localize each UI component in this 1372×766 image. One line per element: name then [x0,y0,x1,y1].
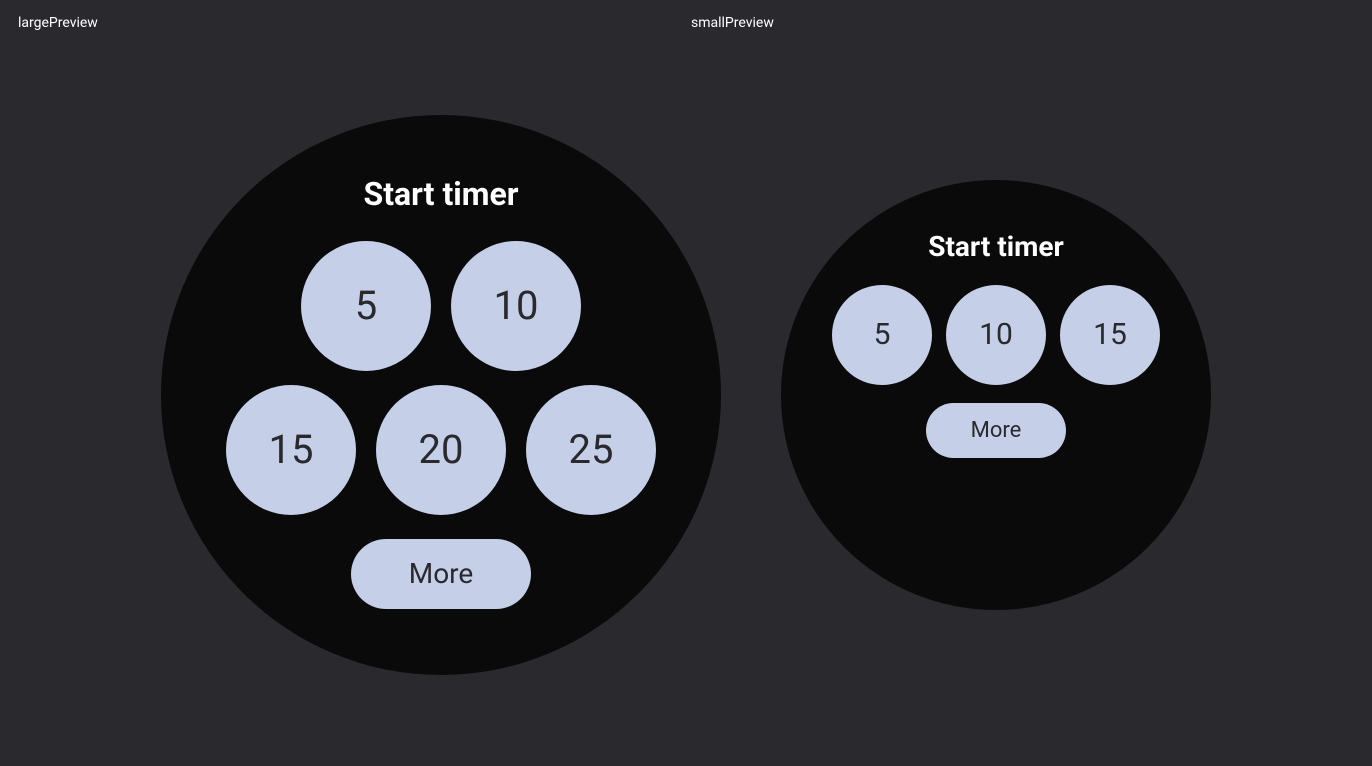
large-btn-10[interactable]: 10 [451,241,581,371]
large-btn-20[interactable]: 20 [376,385,506,515]
large-btn-15[interactable]: 15 [226,385,356,515]
large-btn-25[interactable]: 25 [526,385,656,515]
small-btn-5[interactable]: 5 [832,285,932,385]
large-more-button[interactable]: More [351,539,531,609]
small-watch-preview: Start timer 5 10 15 More [781,180,1211,610]
large-preview-label: largePreview [18,15,98,31]
large-watch-preview: Start timer 5 10 15 20 25 [161,115,721,675]
large-watch-title: Start timer [364,175,519,213]
large-row-1: 5 10 [301,241,581,371]
small-btn-15[interactable]: 15 [1060,285,1160,385]
large-row-2: 15 20 25 [226,385,656,515]
large-btn-5[interactable]: 5 [301,241,431,371]
large-timer-grid: 5 10 15 20 25 More [226,241,656,609]
small-watch-title: Start timer [928,230,1064,263]
small-row-1: 5 10 15 [832,285,1160,385]
small-preview-label: smallPreview [691,15,774,31]
small-btn-10[interactable]: 10 [946,285,1046,385]
small-more-button[interactable]: More [926,403,1066,458]
small-timer-grid: 5 10 15 More [832,285,1160,458]
